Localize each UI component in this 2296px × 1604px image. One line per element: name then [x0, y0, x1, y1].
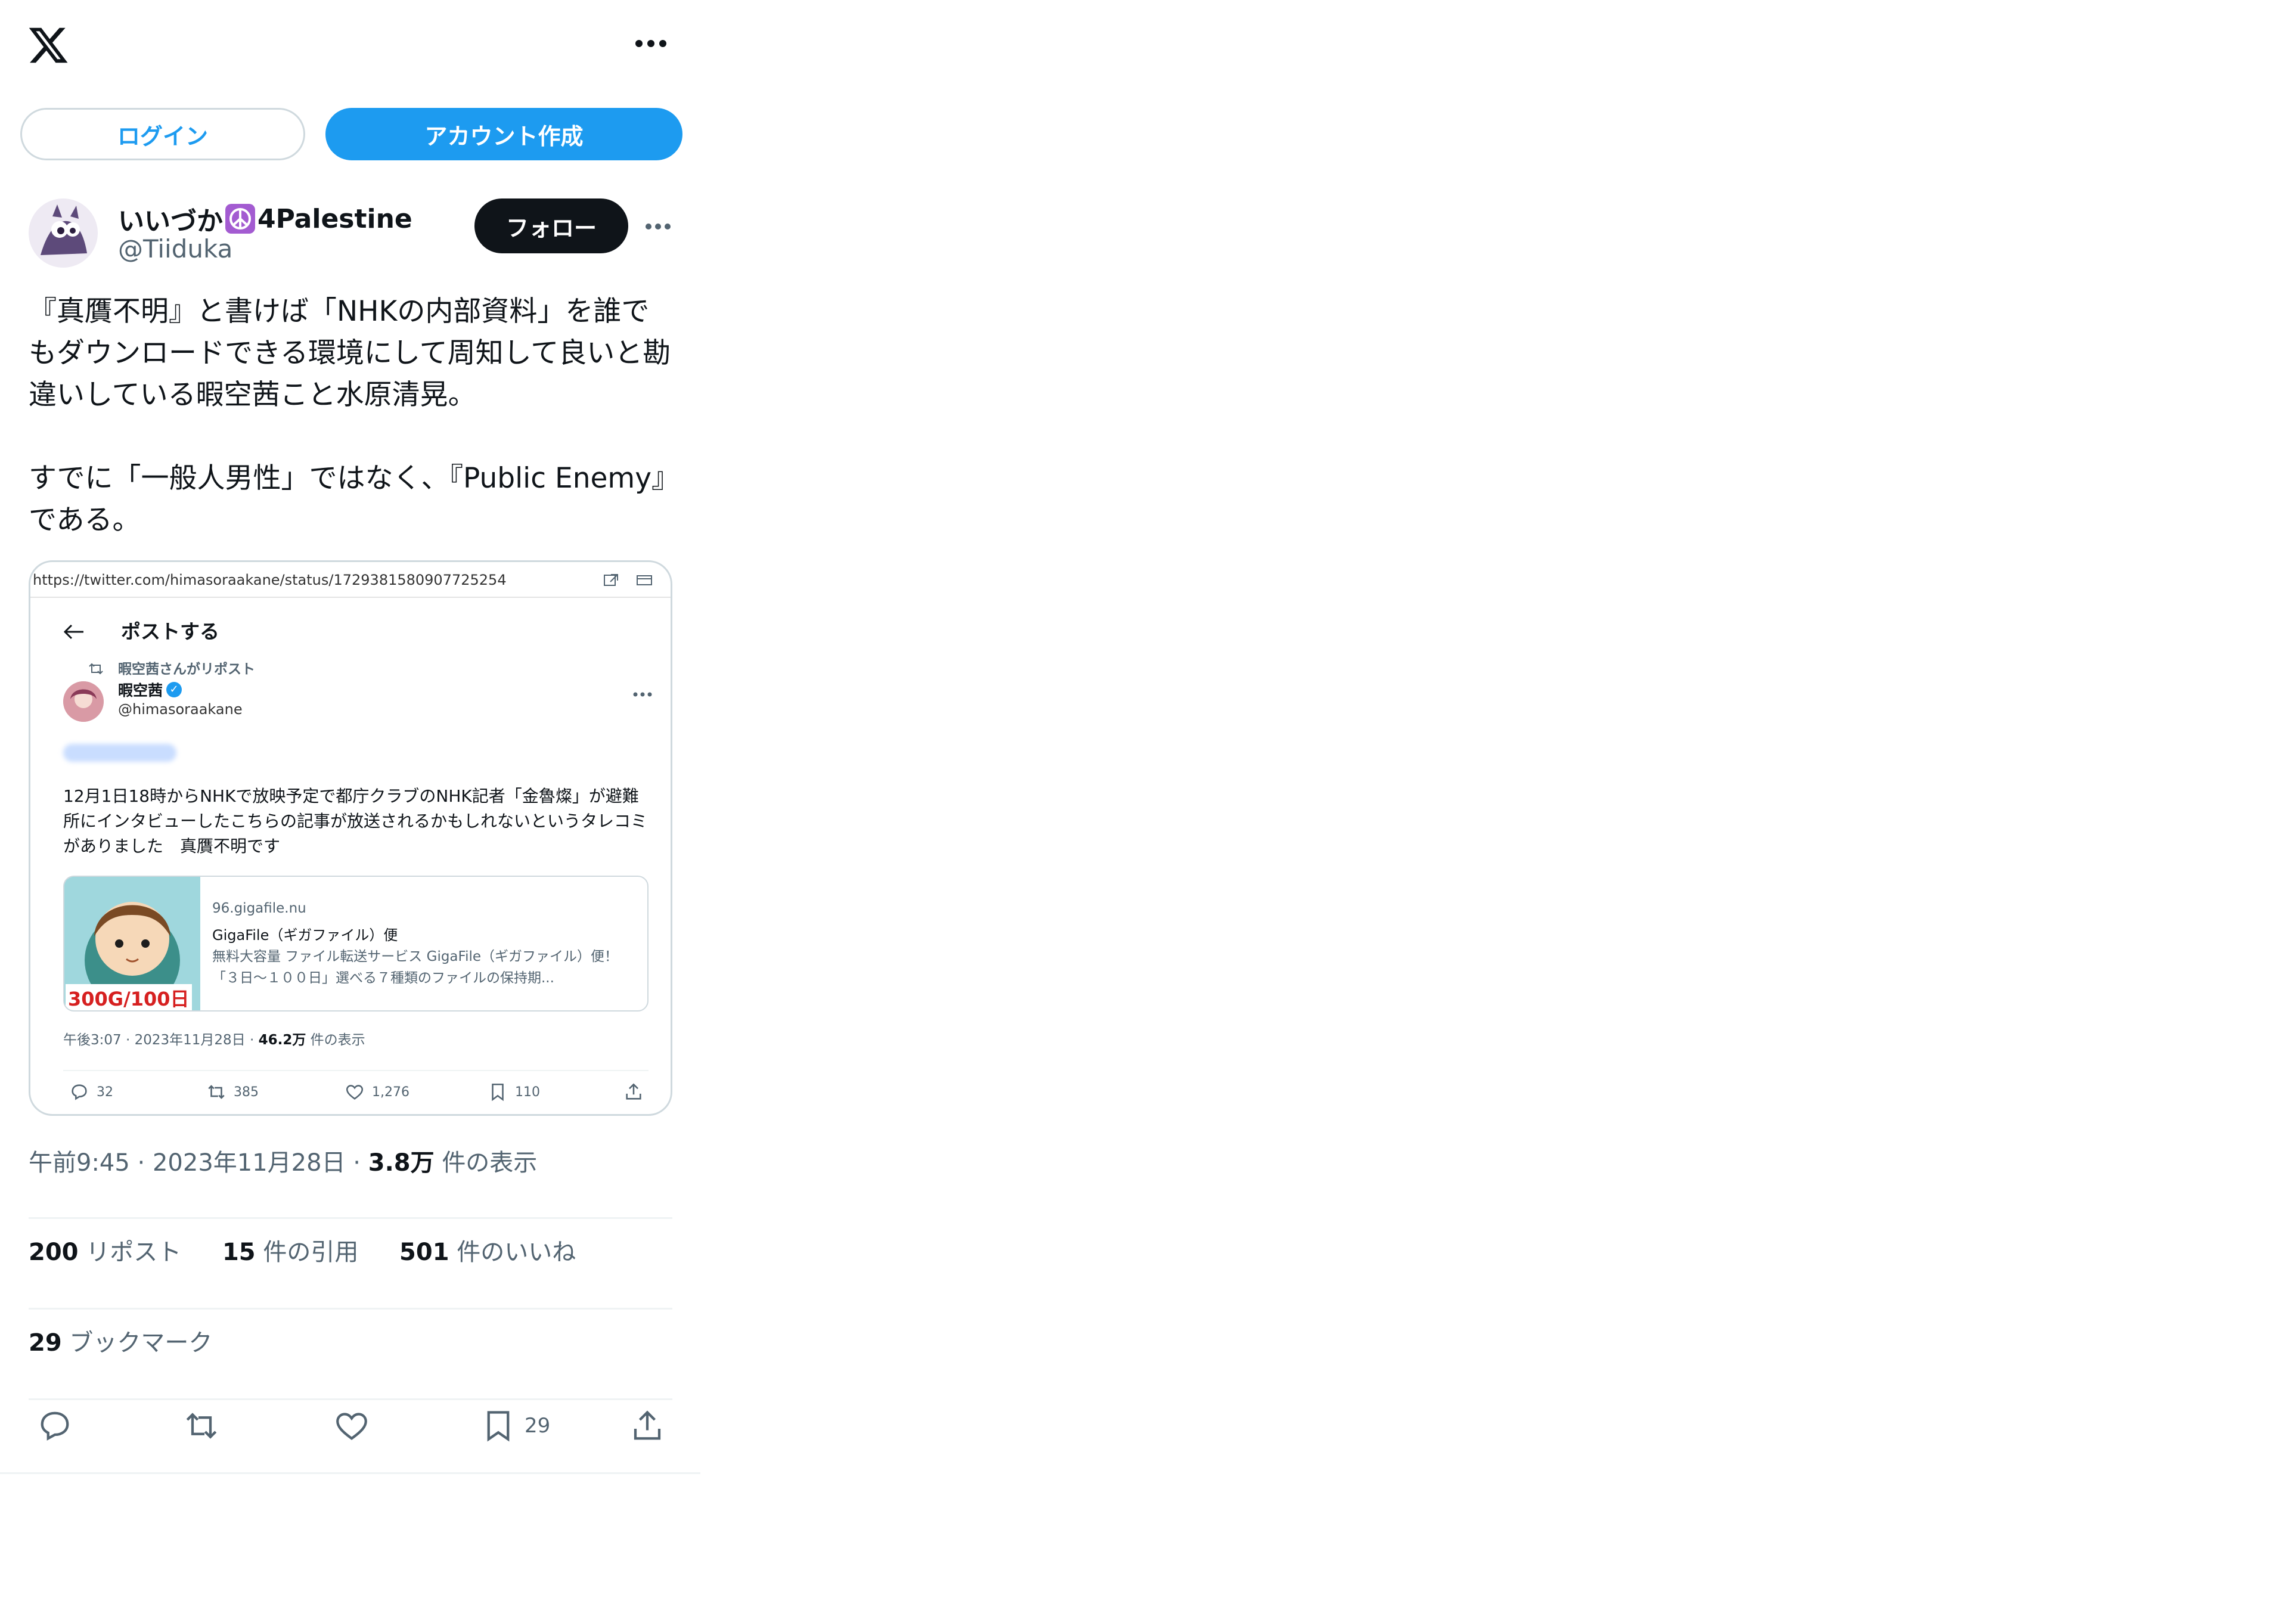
- bookmark-icon: [487, 1411, 510, 1442]
- media-repost-count: 385: [234, 1084, 259, 1100]
- media-url-bar: https://twitter.com/himasoraakane/status…: [30, 562, 671, 598]
- reply-small-icon: [72, 1084, 87, 1100]
- media-meta-time: 午後3:07 · 2023年11月28日 ·: [63, 1032, 259, 1048]
- avatar-image-icon: [29, 198, 98, 268]
- card-thumbnail: 300G/100日: [64, 877, 200, 1010]
- reposts-stat[interactable]: 200 リポスト: [29, 1239, 181, 1266]
- peace-icon: [225, 204, 255, 234]
- tweet-more-icon[interactable]: [644, 218, 672, 235]
- tweet-column: { "header": { "logo": "x-logo-icon", "mo…: [0, 0, 700, 1474]
- likes-stat[interactable]: 501 件のいいね: [399, 1239, 576, 1266]
- media-post-text: 12月1日18時からNHKで放映予定で都庁クラブのNHK記者「金魯燦」が避難所に…: [63, 786, 648, 856]
- reposts-label: リポスト: [86, 1239, 182, 1266]
- x-logo-icon[interactable]: [27, 24, 70, 67]
- tweet-paragraph-2: すでに「一般人男性」ではなく、『Public Enemy』である。: [29, 462, 666, 536]
- views-count: 3.8万: [368, 1149, 435, 1177]
- media-more-icon: [633, 692, 652, 697]
- login-button[interactable]: ログイン: [20, 108, 305, 160]
- tweet-time: 午前9:45: [29, 1149, 130, 1177]
- bookmarks-label: ブックマーク: [69, 1329, 213, 1357]
- card-title: GigaFile（ギガファイル）便: [212, 927, 398, 944]
- tweet-text: 『真贋不明』と書けば「NHKの内部資料」を誰でもダウンロードできる環境にして周知…: [29, 291, 672, 541]
- likes-count: 501: [399, 1239, 449, 1266]
- repost-small-stat-icon: [208, 1085, 225, 1099]
- blurred-text: [63, 744, 176, 762]
- repost-small-icon: [89, 663, 103, 675]
- divider: [29, 1398, 672, 1400]
- repost-icon: [186, 1413, 217, 1439]
- tweet-paragraph-1: 『真贋不明』と書けば「NHKの内部資料」を誰でもダウンロードできる環境にして周知…: [29, 295, 671, 411]
- media-repost-stat: 385: [206, 1082, 259, 1102]
- signup-button[interactable]: アカウント作成: [325, 108, 682, 160]
- media-author-handle: @himasoraakane: [118, 701, 243, 718]
- tweet-date: 2023年11月28日: [152, 1149, 346, 1177]
- repost-button[interactable]: [184, 1408, 219, 1444]
- avatar[interactable]: [29, 198, 98, 268]
- card-thumbnail-label: 300G/100日: [66, 984, 192, 1010]
- share-small-icon: [626, 1083, 641, 1100]
- engagement-stats: 200 リポスト 15 件の引用 501 件のいいね: [29, 1233, 609, 1267]
- share-button[interactable]: [629, 1408, 665, 1444]
- link-card: 300G/100日 96.gigafile.nu GigaFile（ギガファイル…: [63, 876, 649, 1012]
- media-author-name-text: 暇空茜: [118, 682, 163, 699]
- external-link-icon: [604, 574, 618, 586]
- back-arrow-icon: [63, 624, 83, 640]
- media-like-stat: 1,276: [345, 1082, 409, 1102]
- share-icon: [634, 1410, 661, 1440]
- divider: [29, 1308, 672, 1310]
- media-reply-count: 32: [97, 1084, 113, 1100]
- bookmark-button[interactable]: 29: [480, 1408, 550, 1444]
- card-domain: 96.gigafile.nu: [212, 901, 306, 916]
- app: { "header": { "logo": "x-logo-icon", "mo…: [0, 0, 2296, 1604]
- window-icon: [637, 575, 652, 585]
- media-stats: 32 385 1,276 110: [63, 1082, 649, 1106]
- reply-button[interactable]: [37, 1408, 73, 1444]
- quotes-stat[interactable]: 15 件の引用: [222, 1239, 358, 1266]
- author-name[interactable]: いいづか 4Palestine: [118, 200, 412, 238]
- media-bookmark-count: 110: [515, 1084, 540, 1100]
- heart-icon: [336, 1413, 367, 1440]
- follow-button[interactable]: フォロー: [474, 198, 628, 253]
- media-share-stat: [623, 1082, 651, 1102]
- likes-label: 件のいいね: [457, 1239, 576, 1266]
- media-divider: [63, 1070, 649, 1071]
- media-bookmark-stat: 110: [488, 1082, 540, 1102]
- quotes-label: 件の引用: [263, 1239, 359, 1266]
- more-icon[interactable]: [634, 35, 668, 52]
- bookmarks-stat: 29 ブックマーク: [29, 1323, 212, 1358]
- media-post-title: ポストする: [121, 620, 219, 643]
- quotes-count: 15: [222, 1239, 256, 1266]
- bookmark-small-icon: [492, 1083, 504, 1102]
- author-handle[interactable]: @Tiiduka: [118, 234, 232, 263]
- media-repost-note: 暇空茜さんがリポスト: [118, 662, 255, 677]
- media-like-count: 1,276: [372, 1084, 409, 1100]
- author-name-suffix: 4Palestine: [257, 203, 412, 234]
- bookmarks-count: 29: [29, 1329, 62, 1357]
- reposts-count: 200: [29, 1239, 79, 1266]
- media-image[interactable]: https://twitter.com/himasoraakane/status…: [29, 560, 672, 1116]
- media-reply-stat: 32: [69, 1082, 113, 1102]
- like-button[interactable]: [334, 1408, 370, 1444]
- verified-badge-icon: ✓: [166, 682, 182, 697]
- media-meta-views-label: 件の表示: [306, 1032, 365, 1048]
- media-author-name: 暇空茜 ✓: [118, 679, 182, 700]
- media-avatar: [63, 681, 104, 722]
- tweet-timestamp[interactable]: 午前9:45 · 2023年11月28日 · 3.8万 件の表示: [29, 1143, 537, 1178]
- card-description: 無料大容量 ファイル転送サービス GigaFile（ギガファイル）便！「３日〜１…: [212, 949, 619, 986]
- divider: [29, 1217, 672, 1219]
- bookmark-action-count: 29: [525, 1414, 551, 1438]
- heart-small-icon: [346, 1085, 364, 1100]
- media-meta-views: 46.2万: [258, 1032, 306, 1048]
- reply-icon: [41, 1411, 69, 1441]
- media-meta: 午後3:07 · 2023年11月28日 · 46.2万 件の表示: [63, 1028, 365, 1048]
- author-name-text: いいづか: [118, 206, 223, 237]
- views-label: 件の表示: [442, 1149, 538, 1177]
